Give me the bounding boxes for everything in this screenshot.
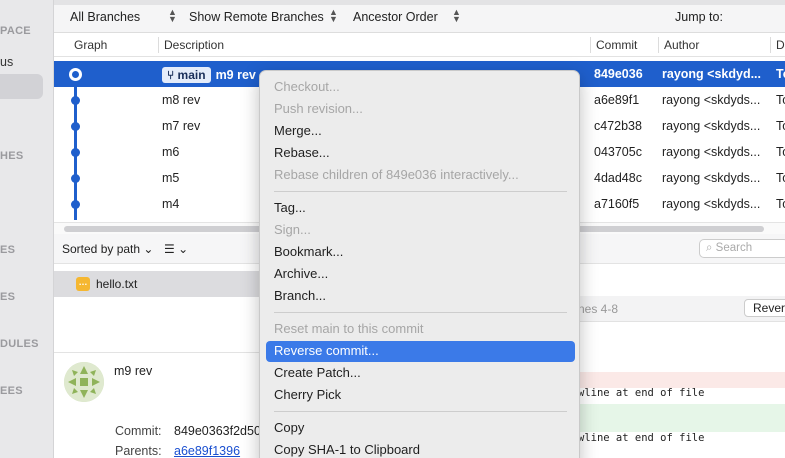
menu-item-merge[interactable]: Merge...: [266, 121, 575, 142]
sidebar-section-branches: HES: [0, 150, 24, 162]
modified-file-icon: …: [76, 277, 90, 291]
updown-chevron-icon: ▲ ▼: [168, 7, 177, 24]
parent-commit-link[interactable]: a6e89f1396: [174, 444, 240, 458]
commit-author: rayong <skdyds...: [662, 171, 761, 185]
updown-chevron-icon: ▲ ▼: [329, 7, 338, 24]
commit-date: To: [776, 67, 785, 81]
column-divider: [158, 37, 159, 53]
sidebar-section-workspace: PACE: [0, 25, 31, 37]
file-name: hello.txt: [96, 277, 138, 291]
sidebar-section-submodules: DULES: [0, 338, 39, 350]
commit-date: To: [776, 145, 785, 159]
diff-line-text: wline at end of file: [578, 387, 705, 399]
sidebar-item-status[interactable]: us: [0, 55, 13, 69]
commit-author: rayong <skdyds...: [662, 93, 761, 107]
commit-description: m4: [162, 197, 180, 211]
sidebar-section-worktrees: EES: [0, 385, 23, 397]
menu-separator: [274, 312, 567, 313]
commit-context-menu: Checkout... Push revision... Merge... Re…: [259, 70, 580, 458]
menu-item-branch[interactable]: Branch...: [266, 286, 575, 307]
commit-list-header: Graph Description Commit Author D: [54, 33, 785, 57]
sidebar-section-remotes: ES: [0, 291, 16, 303]
jump-to-label: Jump to:: [675, 10, 723, 24]
branches-filter[interactable]: All Branches: [70, 10, 140, 24]
graph-node: [71, 122, 80, 131]
commit-description: m6: [162, 145, 180, 159]
hunk-lines-label: nes 4-8: [578, 302, 619, 316]
menu-item-checkout[interactable]: Checkout...: [266, 77, 575, 98]
hunk-header: nes 4-8 Reverse: [560, 296, 785, 322]
commit-date: To: [776, 119, 785, 133]
column-author[interactable]: Author: [664, 38, 699, 52]
branch-tag: ⑂ main: [162, 67, 211, 83]
commit-hash: a7160f5: [594, 197, 640, 211]
menu-item-cherry-pick[interactable]: Cherry Pick: [266, 385, 575, 406]
menu-item-rebase[interactable]: Rebase...: [266, 143, 575, 164]
commit-hash: a6e89f1: [594, 93, 640, 107]
file-list-item[interactable]: … hello.txt: [54, 271, 264, 297]
column-graph[interactable]: Graph: [74, 38, 107, 52]
commit-label: Commit:: [115, 424, 162, 438]
menu-item-push-revision[interactable]: Push revision...: [266, 99, 575, 120]
menu-item-sign[interactable]: Sign...: [266, 220, 575, 241]
commit-full-hash: 849e0363f2d50: [174, 424, 261, 438]
author-avatar: [64, 362, 104, 402]
menu-item-bookmark[interactable]: Bookmark...: [266, 242, 575, 263]
graph-node: [71, 174, 80, 183]
diff-added-line: [560, 404, 785, 432]
title-strip: [54, 0, 785, 5]
menu-item-copy-sha[interactable]: Copy SHA-1 to Clipboard: [266, 440, 575, 458]
column-description[interactable]: Description: [164, 38, 224, 52]
menu-item-rebase-children[interactable]: Rebase children of 849e036 interactively…: [266, 165, 575, 186]
graph-node: [71, 96, 80, 105]
graph-node: [71, 148, 80, 157]
commit-date: To: [776, 93, 785, 107]
graph-head-node: [70, 69, 81, 80]
column-divider: [770, 37, 771, 53]
order-filter[interactable]: Ancestor Order: [353, 10, 438, 24]
sidebar-item-history[interactable]: [0, 74, 43, 99]
commit-hash: 043705c: [594, 145, 642, 159]
menu-item-archive[interactable]: Archive...: [266, 264, 575, 285]
column-divider: [658, 37, 659, 53]
menu-item-tag[interactable]: Tag...: [266, 198, 575, 219]
commit-description: m7 rev: [162, 119, 201, 133]
commit-author: rayong <skdyds...: [662, 197, 761, 211]
sidebar-section-tags: ES: [0, 244, 16, 256]
list-view-icon[interactable]: ☰ ⌄: [164, 242, 188, 256]
filter-bar: All Branches ▲ ▼ Show Remote Branches ▲ ▼ …: [54, 0, 785, 33]
column-commit[interactable]: Commit: [596, 38, 637, 52]
sidebar: PACE us HES ES ES DULES EES: [0, 0, 54, 458]
commit-author: rayong <skdyds...: [662, 119, 761, 133]
commit-date: To: [776, 171, 785, 185]
column-divider: [590, 37, 591, 53]
commit-description: m5: [162, 171, 180, 185]
commit-hash: c472b38: [594, 119, 642, 133]
menu-item-create-patch[interactable]: Create Patch...: [266, 363, 575, 384]
menu-separator: [274, 411, 567, 412]
commit-date: To: [776, 197, 785, 211]
diff-line-text: wline at end of file: [578, 432, 705, 444]
commit-subject: m9 rev: [114, 364, 153, 378]
column-date[interactable]: D: [776, 38, 785, 52]
menu-item-reset[interactable]: Reset main to this commit: [266, 319, 575, 340]
remote-branches-filter[interactable]: Show Remote Branches: [189, 10, 324, 24]
file-search-input[interactable]: ⌕ Search: [699, 239, 785, 258]
graph-node: [71, 200, 80, 209]
updown-chevron-icon: ▲ ▼: [452, 7, 461, 24]
menu-item-reverse-commit[interactable]: Reverse commit...: [266, 341, 575, 362]
commit-description: ⑂ main m9 rev: [162, 67, 256, 83]
commit-author: rayong <skdyd...: [662, 67, 761, 81]
diff-removed-line: [560, 372, 785, 388]
reverse-hunk-button[interactable]: Reverse: [744, 299, 785, 317]
commit-hash: 4dad48c: [594, 171, 642, 185]
parents-label: Parents:: [115, 444, 162, 458]
commit-author: rayong <skdyds...: [662, 145, 761, 159]
menu-separator: [274, 191, 567, 192]
sort-menu[interactable]: Sorted by path ⌄: [62, 242, 153, 256]
commit-hash: 849e036: [594, 67, 643, 81]
commit-description: m8 rev: [162, 93, 201, 107]
search-icon: ⌕: [706, 242, 713, 254]
menu-item-copy[interactable]: Copy: [266, 418, 575, 439]
